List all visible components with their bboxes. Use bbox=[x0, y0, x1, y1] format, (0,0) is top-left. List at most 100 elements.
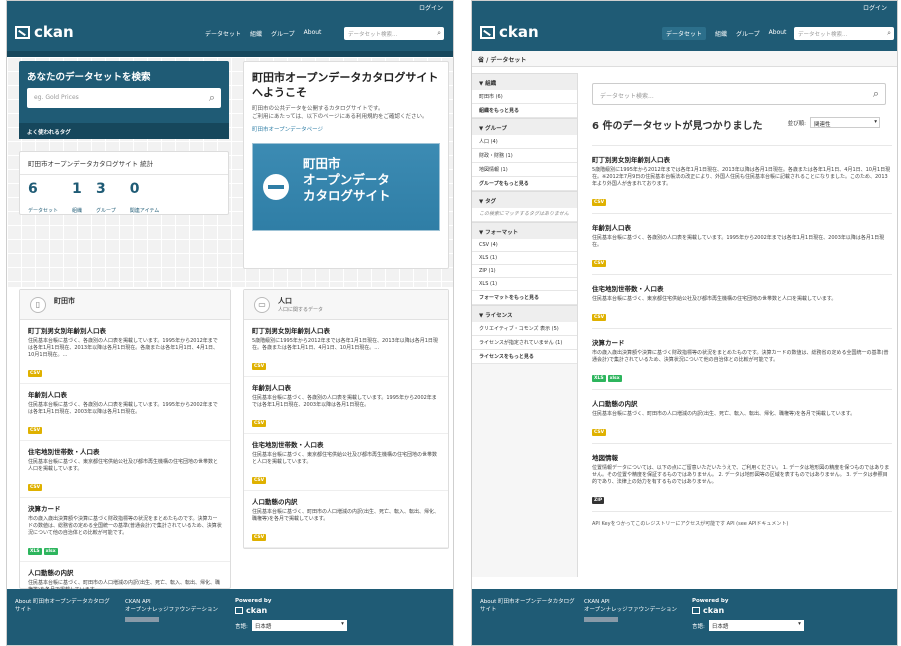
dataset-title[interactable]: 住宅地別世帯数・人口表 bbox=[592, 283, 892, 293]
search-icon[interactable]: ⌕ bbox=[209, 91, 215, 105]
ckan-box-icon bbox=[15, 25, 30, 39]
facet-item[interactable]: 人口 (4) bbox=[472, 135, 577, 149]
facet-title: ▼ フォーマット bbox=[472, 222, 577, 239]
dataset-title[interactable]: 年齢別人口表 bbox=[28, 389, 222, 399]
folder-icon: ▭ bbox=[254, 297, 270, 313]
org-title[interactable]: 町田市 bbox=[54, 296, 75, 306]
format-badge[interactable]: XLS bbox=[592, 375, 606, 382]
dataset-title[interactable]: 人口動態の内訳 bbox=[252, 496, 440, 506]
facet-item[interactable]: ZIP (1) bbox=[472, 265, 577, 278]
login-link[interactable]: ログイン bbox=[863, 3, 887, 12]
dataset-title[interactable]: 年齢別人口表 bbox=[592, 222, 892, 232]
format-badge[interactable]: CSV bbox=[252, 363, 267, 370]
organization-card: ▯ 町田市 町丁別男女別年齢別人口表 住民基本台帳に基づく、各歳別の人口表を掲載して… bbox=[19, 289, 231, 600]
format-badge[interactable]: CSV bbox=[252, 477, 267, 484]
language-select[interactable]: 日本語 bbox=[251, 620, 347, 631]
format-badge[interactable]: CSV bbox=[592, 260, 607, 267]
dataset-item: 人口動態の内訳 住民基本台帳に基づく、町田市の人口増減の内訳(出生、死亡、転入、転… bbox=[592, 390, 892, 444]
facet-item[interactable]: 町田市 (6) bbox=[472, 90, 577, 104]
facet-item[interactable]: CSV (4) bbox=[472, 239, 577, 252]
format-badge[interactable]: CSV bbox=[592, 314, 607, 321]
dataset-description: 住民基本台帳に基づく、各歳別の人口表を掲載しています。1995年から2002年ま… bbox=[592, 235, 885, 248]
site-stats: 町田市オープンデータカタログサイト 統計 6 データセット 1 組織 3 グループ 0… bbox=[19, 151, 229, 215]
search-icon[interactable]: ⌕ bbox=[873, 87, 879, 101]
facet-title: ▼ タグ bbox=[472, 191, 577, 208]
nav-organizations[interactable]: 組織 bbox=[250, 29, 262, 38]
order-by-select[interactable]: 関連性 bbox=[810, 117, 880, 128]
format-badge[interactable]: CSV bbox=[592, 429, 607, 436]
nav-about[interactable]: About bbox=[769, 29, 787, 40]
footer-okf-link[interactable]: オープンナレッジファウンデーション bbox=[584, 606, 677, 614]
footer-about-link[interactable]: About 町田市オープンデータカタログサイト bbox=[480, 598, 575, 614]
search-icon[interactable]: ⌕ bbox=[887, 29, 891, 38]
facet-item[interactable]: クリエイティブ・コモンズ 表示 (5) bbox=[472, 322, 577, 336]
facet-item[interactable]: XLS (1) bbox=[472, 278, 577, 291]
dataset-title[interactable]: 人口動態の内訳 bbox=[28, 567, 222, 577]
dataset-search-input[interactable]: データセット検索... ⌕ bbox=[592, 83, 886, 105]
stat-organizations[interactable]: 1 組織 bbox=[72, 181, 82, 216]
format-badge[interactable]: CSV bbox=[592, 199, 607, 206]
facet-empty-text: この検索にマッチするタグはありません bbox=[472, 208, 577, 222]
nav-groups[interactable]: グループ bbox=[736, 29, 760, 40]
dataset-item: 住宅地別世帯数・人口表 住民基本台帳に基づく、東京都住宅供給公社及び都市再生機構の… bbox=[592, 275, 892, 329]
format-badge[interactable]: CSV bbox=[28, 427, 43, 434]
footer-ckan-api-link[interactable]: CKAN API bbox=[125, 598, 218, 606]
login-link[interactable]: ログイン bbox=[419, 3, 443, 12]
dataset-title[interactable]: 決算カード bbox=[592, 337, 892, 347]
nav-organizations[interactable]: 組織 bbox=[715, 29, 727, 40]
format-badge[interactable]: CSV bbox=[252, 420, 267, 427]
ckan-logo[interactable]: ckan bbox=[15, 23, 74, 41]
facet-show-more-link[interactable]: ライセンスをもっと見る bbox=[472, 350, 577, 364]
dataset-title[interactable]: 人口動態の内訳 bbox=[592, 398, 892, 408]
facet-item[interactable]: 地図情報 (1) bbox=[472, 163, 577, 177]
format-badge[interactable]: XLS bbox=[28, 548, 42, 555]
dataset-title[interactable]: 町丁別男女別年齢別人口表 bbox=[252, 325, 440, 335]
dataset-title[interactable]: 住宅地別世帯数・人口表 bbox=[28, 446, 222, 456]
search-input[interactable]: eg. Gold Prices ⌕ bbox=[27, 88, 221, 108]
dataset-title[interactable]: 年齢別人口表 bbox=[252, 382, 440, 392]
nav-about[interactable]: About bbox=[304, 29, 322, 38]
format-badge[interactable]: CSV bbox=[252, 534, 267, 541]
search-icon[interactable]: ⌕ bbox=[437, 29, 441, 38]
facet-item[interactable]: ライセンスが指定されていません (1) bbox=[472, 336, 577, 350]
stats-title: 町田市オープンデータカタログサイト 統計 bbox=[20, 152, 228, 175]
format-badge[interactable]: CSV bbox=[28, 484, 43, 491]
dataset-title[interactable]: 決算カード bbox=[28, 503, 222, 513]
dataset-item: 町丁別男女別年齢別人口表 5歳階級別に1995年から2012年までは各年1月1日現… bbox=[244, 320, 448, 377]
footer-ckan-api-link[interactable]: CKAN API bbox=[584, 598, 677, 606]
facet-show-more-link[interactable]: 組織をもっと見る bbox=[472, 104, 577, 118]
facet-item[interactable]: XLS (1) bbox=[472, 252, 577, 265]
nav-datasets[interactable]: データセット bbox=[205, 29, 241, 38]
language-select[interactable]: 日本語 bbox=[708, 620, 804, 631]
dataset-title[interactable]: 地図情報 bbox=[592, 452, 892, 462]
catalog-banner: 町田市 オープンデータ カタログサイト bbox=[252, 143, 440, 231]
facet-item[interactable]: 財政・財務 (1) bbox=[472, 149, 577, 163]
format-badge[interactable]: CSV bbox=[28, 370, 43, 377]
footer-okf-link[interactable]: オープンナレッジファウンデーション bbox=[125, 606, 218, 614]
header-search-input[interactable]: データセット検索... ⌕ bbox=[344, 27, 444, 40]
format-badge[interactable]: xlsx bbox=[607, 375, 622, 382]
nav-groups[interactable]: グループ bbox=[271, 29, 295, 38]
nav-datasets[interactable]: データセット bbox=[662, 27, 707, 40]
dataset-title[interactable]: 町丁別男女別年齢別人口表 bbox=[28, 325, 222, 335]
group-card: ▭ 人口 人口に関するデータ 町丁別男女別年齢別人口表 5歳階級別に1995年から20… bbox=[243, 289, 449, 549]
dataset-title[interactable]: 町丁別男女別年齢別人口表 bbox=[592, 154, 892, 164]
dataset-title[interactable]: 住宅地別世帯数・人口表 bbox=[252, 439, 440, 449]
facet-show-more-link[interactable]: フォーマットをもっと見る bbox=[472, 291, 577, 305]
group-title[interactable]: 人口 bbox=[278, 296, 292, 306]
ckan-logo[interactable]: ckan bbox=[480, 23, 539, 41]
facet-show-more-link[interactable]: グループをもっと見る bbox=[472, 177, 577, 191]
format-badge[interactable]: xlsx bbox=[43, 548, 58, 555]
footer-ckan-logo[interactable]: ckan bbox=[692, 606, 728, 615]
stat-related[interactable]: 0 関連アイテム bbox=[130, 181, 160, 216]
footer-about-link[interactable]: About 町田市オープンデータカタログサイト bbox=[15, 598, 110, 614]
dataset-item: 町丁別男女別年齢別人口表 5歳階級別に1995年から2012年までは各年1月1日現… bbox=[592, 145, 892, 214]
stat-groups[interactable]: 3 グループ bbox=[96, 181, 116, 216]
dataset-item: 人口動態の内訳 住民基本台帳に基づく、町田市の人口増減の内訳(出生、死亡、転入、転… bbox=[244, 491, 448, 548]
stat-datasets[interactable]: 6 データセット bbox=[28, 181, 58, 216]
welcome-link[interactable]: 町田市オープンデータページ bbox=[252, 125, 440, 133]
facet-section: ▼ ライセンス クリエイティブ・コモンズ 表示 (5) ライセンスが指定されていませ… bbox=[472, 305, 577, 364]
format-badge[interactable]: ZIP bbox=[592, 497, 605, 504]
footer-ckan-logo[interactable]: ckan bbox=[235, 606, 271, 615]
header-search-input[interactable]: データセット検索... ⌕ bbox=[794, 27, 894, 40]
